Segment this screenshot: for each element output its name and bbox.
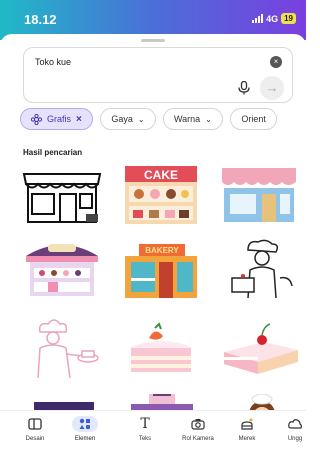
signal-icon — [252, 14, 264, 23]
nav-label: Merek — [238, 436, 256, 442]
nav-label: Elemen — [74, 436, 96, 442]
results-heading: Hasil pencarian — [23, 148, 83, 157]
text-icon: T — [140, 416, 150, 432]
svg-text:CAKE: CAKE — [144, 168, 178, 182]
result-storefront-line-icon[interactable] — [20, 164, 104, 226]
result-strawberry-cake-slice[interactable] — [119, 318, 203, 380]
nav-label: Rol Kamera — [182, 436, 214, 442]
nav-text[interactable]: T Teks — [120, 415, 170, 442]
result-bakery-storefront-illustration[interactable] — [218, 164, 302, 226]
clear-search-button[interactable]: × — [270, 56, 282, 68]
filter-chip-label: Warna — [173, 114, 201, 124]
filter-chip-orientasi[interactable]: Orient — [230, 108, 277, 130]
result-chef-with-cake-sketch[interactable] — [218, 238, 302, 300]
nav-upload[interactable]: Ungg — [270, 415, 320, 442]
search-box[interactable]: Toko kue × → — [23, 47, 293, 103]
result-cherry-cake-slice[interactable] — [218, 318, 302, 380]
graphics-icon — [31, 113, 42, 125]
design-icon — [10, 415, 60, 433]
elements-icon — [60, 415, 110, 433]
camera-roll-icon — [173, 415, 223, 433]
result-cake-shop-illustration[interactable]: CAKE — [119, 164, 203, 226]
upload-icon — [270, 415, 320, 433]
nav-label: Desain — [25, 436, 45, 442]
drag-handle[interactable] — [141, 39, 165, 42]
filter-chip-grafis[interactable]: Grafis × — [20, 108, 93, 130]
svg-text:BAKERY: BAKERY — [145, 246, 179, 255]
brand-icon — [222, 415, 272, 433]
result-chef-outline-illustration[interactable] — [20, 318, 104, 380]
status-indicators: 4G 19 — [252, 13, 296, 24]
result-cake-stall-illustration[interactable] — [20, 238, 104, 300]
chevron-down-icon: ⌄ — [137, 114, 145, 124]
filter-chip-gaya[interactable]: Gaya ⌄ — [100, 108, 156, 130]
microphone-icon[interactable] — [234, 78, 254, 98]
bottom-navigation: Desain Elemen T Teks Rol Kamera Merek Un… — [0, 410, 306, 450]
chevron-down-icon: ⌄ — [205, 114, 212, 124]
search-input[interactable]: Toko kue — [35, 57, 71, 67]
filter-chip-warna[interactable]: Warna ⌄ — [162, 108, 223, 130]
filter-chip-label: Gaya — [111, 114, 133, 124]
results-grid: CAKE BAKERY — [20, 158, 306, 412]
nav-design[interactable]: Desain — [10, 415, 60, 442]
nav-brand[interactable]: Merek — [222, 415, 272, 442]
filter-chip-label: Grafis — [47, 114, 72, 124]
status-time: 18.12 — [24, 12, 57, 27]
filter-chips: Grafis × Gaya ⌄ Warna ⌄ Orient — [20, 108, 306, 134]
nav-elements[interactable]: Elemen — [60, 415, 110, 442]
remove-filter-icon[interactable]: × — [76, 114, 82, 125]
submit-search-button[interactable]: → — [260, 76, 284, 100]
search-sheet: Toko kue × → Grafis × Gaya ⌄ Warna ⌄ Ori… — [0, 34, 306, 450]
filter-chip-label: Orient — [241, 114, 266, 124]
nav-label: Ungg — [287, 436, 303, 442]
network-type: 4G — [266, 13, 279, 24]
nav-camera-roll[interactable]: Rol Kamera — [173, 415, 223, 442]
nav-label: Teks — [138, 436, 152, 442]
result-bakery-sign-shop-illustration[interactable]: BAKERY — [119, 238, 203, 300]
battery-level: 19 — [281, 13, 296, 24]
